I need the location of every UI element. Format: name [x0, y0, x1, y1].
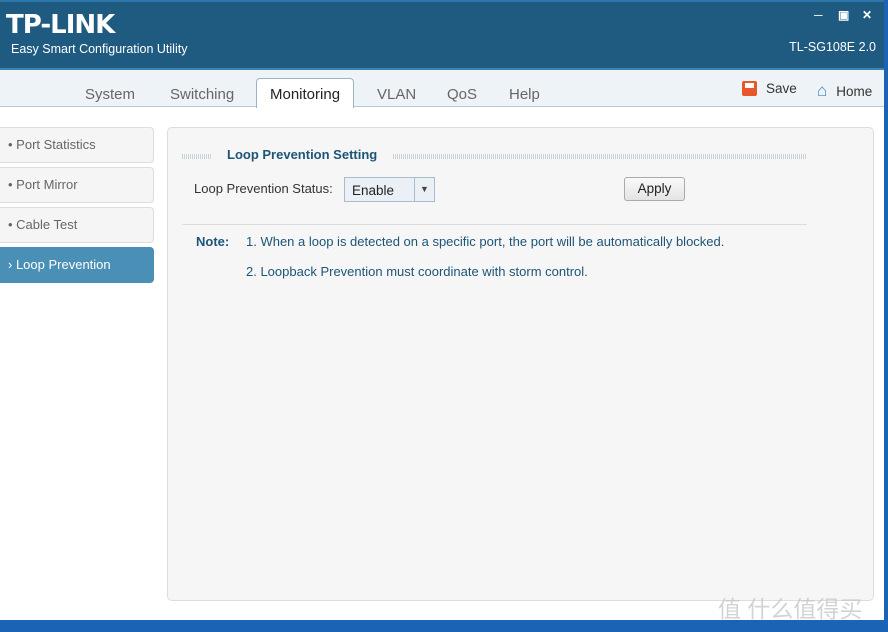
note-label: Note: — [196, 234, 230, 249]
select-value: Enable — [352, 183, 395, 198]
main-tab-bar: System Switching Monitoring VLAN QoS Hel… — [0, 70, 884, 108]
sidebar-item-port-statistics[interactable]: • Port Statistics — [0, 127, 154, 163]
loop-prevention-status-select[interactable]: Enable ▼ — [344, 177, 435, 202]
loop-prevention-status-label: Loop Prevention Status: — [194, 181, 333, 196]
note-line: 1. When a loop is detected on a specific… — [246, 234, 725, 249]
tab-system[interactable]: System — [85, 86, 135, 103]
tab-qos[interactable]: QoS — [447, 86, 477, 103]
section-title: Loop Prevention Setting — [227, 147, 378, 162]
sidebar-item-loop-prevention[interactable]: › Loop Prevention — [0, 247, 154, 283]
window-border — [0, 620, 888, 632]
tab-vlan[interactable]: VLAN — [377, 86, 416, 103]
content-panel: Loop Prevention Setting Loop Prevention … — [167, 127, 874, 601]
sidebar-item-label: Port Mirror — [16, 177, 78, 192]
divider — [393, 154, 807, 159]
maximize-icon[interactable]: ▣ — [838, 8, 849, 22]
home-label: Home — [836, 83, 873, 99]
home-button[interactable]: ⌂ Home — [817, 81, 872, 101]
sidebar-item-label: Cable Test — [16, 217, 78, 232]
app-subtitle: Easy Smart Configuration Utility — [11, 42, 188, 56]
chevron-down-icon[interactable]: ▼ — [414, 178, 434, 201]
close-icon[interactable]: ✕ — [862, 8, 872, 22]
window-border — [884, 0, 888, 632]
sidebar-item-label: Port Statistics — [16, 137, 96, 152]
house-icon: ⌂ — [817, 81, 828, 100]
note-line: 2. Loopback Prevention must coordinate w… — [246, 264, 588, 279]
sidebar-item-label: Loop Prevention — [15, 257, 111, 272]
apply-button[interactable]: Apply — [624, 177, 685, 201]
floppy-disk-icon — [742, 81, 757, 96]
save-label: Save — [766, 81, 797, 96]
minimize-icon[interactable]: ─ — [814, 8, 823, 22]
watermark: 值 什么值得买 — [718, 596, 863, 622]
sidebar-item-port-mirror[interactable]: • Port Mirror — [0, 167, 154, 203]
sidebar-item-cable-test[interactable]: • Cable Test — [0, 207, 154, 243]
divider — [182, 224, 807, 225]
logo: TP-LINK — [6, 10, 115, 40]
device-model: TL-SG108E 2.0 — [789, 40, 876, 54]
divider — [182, 154, 212, 159]
save-button[interactable]: Save — [742, 81, 797, 96]
tab-help[interactable]: Help — [509, 86, 540, 103]
app-header: TP-LINK Easy Smart Configuration Utility… — [0, 0, 884, 70]
tab-monitoring[interactable]: Monitoring — [256, 78, 355, 108]
tab-switching[interactable]: Switching — [170, 86, 234, 103]
